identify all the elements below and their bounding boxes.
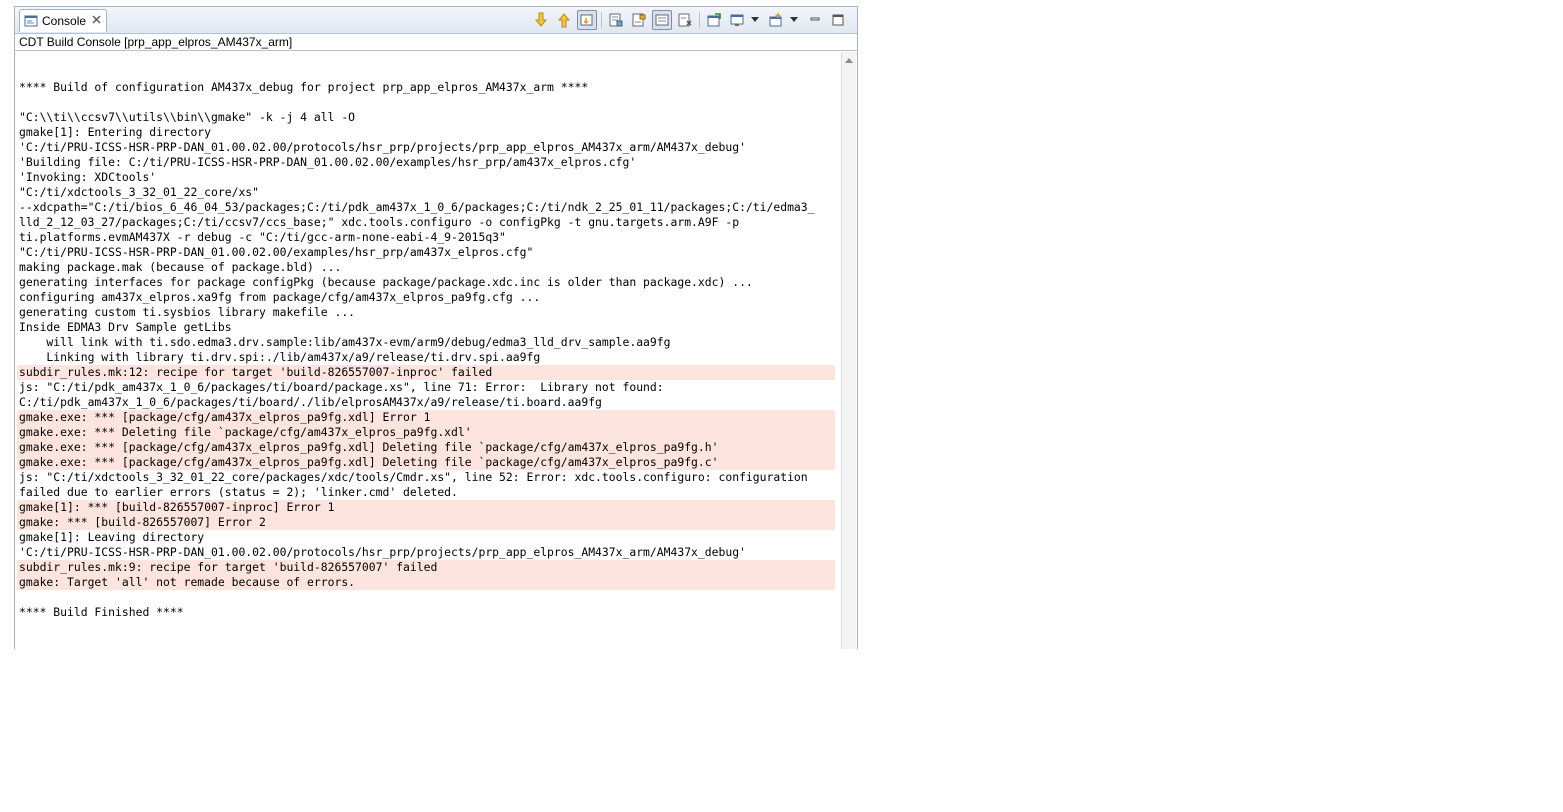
scroll-up-arrow-icon[interactable] — [845, 58, 853, 63]
console-line: generating custom ti.sysbios library mak… — [19, 305, 356, 319]
clear-console-icon[interactable] — [606, 10, 626, 30]
word-wrap-icon[interactable] — [629, 10, 649, 30]
maximize-icon[interactable] — [828, 10, 848, 30]
console-line-error: gmake[1]: *** [build-826557007-inproc] E… — [17, 500, 835, 515]
console-line: 'Invoking: XDCtools' — [19, 170, 157, 184]
console-line: js: "C:/ti/xdctools_3_32_01_22_core/pack… — [19, 470, 808, 484]
minimize-icon[interactable] — [805, 10, 825, 30]
console-line: "C:\\ti\\ccsv7\\utils\\bin\\gmake" -k -j… — [19, 110, 356, 124]
console-line-error: subdir_rules.mk:9: recipe for target 'bu… — [17, 560, 835, 575]
vertical-scrollbar[interactable] — [841, 52, 856, 649]
scroll-up-icon[interactable] — [554, 10, 574, 30]
console-output[interactable]: **** Build of configuration AM437x_debug… — [17, 52, 839, 649]
console-line: js: "C:/ti/pdk_am437x_1_0_6/packages/ti/… — [19, 380, 664, 394]
view-header: Console — [15, 7, 857, 34]
console-line: 'Building file: C:/ti/PRU-ICSS-HSR-PRP-D… — [19, 155, 637, 169]
console-line: making package.mak (because of package.b… — [19, 260, 342, 274]
console-line: generating interfaces for package config… — [19, 275, 753, 289]
console-line-error: gmake.exe: *** [package/cfg/am437x_elpro… — [17, 410, 835, 425]
console-view: Console CDT Build Console [prp_app_elpro… — [14, 6, 858, 649]
console-line: will link with ti.sdo.edma3.drv.sample:l… — [19, 335, 671, 349]
tab-label: Console — [42, 14, 87, 28]
remove-launch-icon[interactable] — [704, 10, 724, 30]
console-line-error: gmake: Target 'all' not remade because o… — [17, 575, 835, 590]
console-line: lld_2_12_03_27/packages;C:/ti/ccsv7/ccs_… — [19, 215, 740, 229]
console-line-error: subdir_rules.mk:12: recipe for target 'b… — [17, 365, 835, 380]
toolbar-separator — [699, 12, 700, 28]
console-title: CDT Build Console [prp_app_elpros_AM437x… — [15, 34, 857, 51]
console-line-error: gmake.exe: *** [package/cfg/am437x_elpro… — [17, 455, 835, 470]
console-line: **** Build of configuration AM437x_debug… — [19, 80, 589, 94]
console-line: "C:/ti/xdctools_3_32_01_22_core/xs" — [19, 185, 260, 199]
console-line-error: gmake.exe: *** Deleting file `package/cf… — [17, 425, 835, 440]
tab-console[interactable]: Console — [19, 9, 107, 32]
show-console-icon[interactable] — [652, 10, 672, 30]
console-line: 'C:/ti/PRU-ICSS-HSR-PRP-DAN_01.00.02.00/… — [19, 140, 746, 154]
console-line: Inside EDMA3 Drv Sample getLibs — [19, 320, 232, 334]
console-icon — [24, 14, 38, 28]
console-line: gmake[1]: Entering directory — [19, 125, 212, 139]
display-console-icon[interactable] — [727, 10, 747, 30]
view-toolbar — [531, 10, 851, 30]
console-line: **** Build Finished **** — [19, 605, 184, 619]
display-dropdown-icon[interactable] — [750, 10, 760, 30]
console-line: 'C:/ti/PRU-ICSS-HSR-PRP-DAN_01.00.02.00/… — [19, 545, 746, 559]
console-line: Linking with library ti.drv.spi:./lib/am… — [19, 350, 541, 364]
console-line: C:/ti/pdk_am437x_1_0_6/packages/ti/board… — [19, 395, 602, 409]
console-line: --xdcpath="C:/ti/bios_6_46_04_53/package… — [19, 200, 815, 214]
console-line: ti.platforms.evmAM437X -r debug -c "C:/t… — [19, 230, 506, 244]
console-line-error: gmake.exe: *** [package/cfg/am437x_elpro… — [17, 440, 835, 455]
console-line: "C:/ti/PRU-ICSS-HSR-PRP-DAN_01.00.02.00/… — [19, 245, 534, 259]
console-line-error: gmake: *** [build-826557007] Error 2 — [17, 515, 835, 530]
console-lines: **** Build of configuration AM437x_debug… — [17, 65, 835, 620]
open-console-icon[interactable] — [766, 10, 786, 30]
console-line: configuring am437x_elpros.xa9fg from pac… — [19, 290, 541, 304]
open-dropdown-icon[interactable] — [789, 10, 799, 30]
console-line: gmake[1]: Leaving directory — [19, 530, 205, 544]
pin-console-icon[interactable] — [675, 10, 695, 30]
console-line: failed due to earlier errors (status = 2… — [19, 485, 458, 499]
scroll-lock-icon[interactable] — [577, 10, 597, 30]
close-icon[interactable] — [92, 15, 101, 27]
scroll-down-icon[interactable] — [531, 10, 551, 30]
toolbar-separator — [601, 12, 602, 28]
